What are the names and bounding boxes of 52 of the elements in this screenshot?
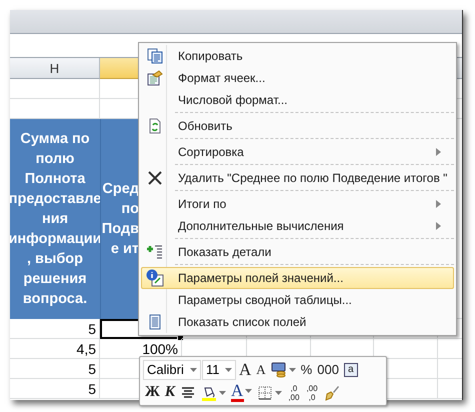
table-cell: 4,5 [10,339,100,359]
font-color-button[interactable]: A [229,382,254,403]
menu-item[interactable]: Числовой формат... [141,89,454,111]
column-header[interactable]: H [10,58,100,79]
cell-format-icon [147,70,163,86]
menu-item[interactable]: Показать список полей [141,311,454,333]
refresh-icon [147,118,163,134]
copy-icon [147,48,163,64]
table-cell: 5 [10,359,100,379]
list-icon [147,314,163,330]
submenu-arrow-icon [436,222,441,230]
header-text: Сред по Подв е ит [101,180,139,259]
decimal-button[interactable]: ,0 ,00 [285,382,302,403]
decimal-button[interactable]: ,00 ,0 [303,382,321,403]
menu-item[interactable]: Итоги по [141,193,454,215]
menu-item[interactable]: Формат ячеек... [141,67,454,89]
font-combo[interactable]: 11 [202,360,236,380]
dropdown-arrow-icon[interactable] [275,390,282,394]
format-button[interactable]: % [298,359,314,380]
shrink-font-button[interactable]: A [254,359,268,380]
paintbrush-icon [324,384,340,400]
dropdown-arrow-icon [225,368,232,372]
align-center-icon [180,384,196,400]
menu-item[interactable]: Обновить [141,115,454,137]
plus-list-icon [147,244,163,260]
paint-bucket-icon [201,384,218,400]
menu-item[interactable]: Копировать [141,45,454,67]
merge-button[interactable]: a [344,362,358,376]
dropdown-arrow-icon[interactable] [245,389,252,393]
submenu-arrow-icon [436,148,441,156]
menu-item[interactable]: Параметры полей значений... [141,267,454,289]
dropdown-arrow-icon [190,368,197,372]
table-cell: 5 [10,319,100,339]
bold-button[interactable]: Ж [143,382,162,403]
menu-item[interactable]: Показать детали [141,241,454,263]
menu-item[interactable]: Параметры сводной таблицы... [141,289,454,311]
border-grid-icon [257,384,274,400]
menu-item[interactable]: Дополнительные вычисления [141,215,454,237]
font-combo[interactable]: Calibri [143,360,201,380]
dropdown-arrow-icon[interactable] [219,390,226,394]
color-bar [231,399,244,402]
money-icon [270,362,287,378]
info-settings-icon [146,269,164,287]
grow-font-button[interactable]: A [237,359,254,380]
table-cell: 5 [10,379,100,399]
menu-item[interactable]: Удалить "Среднее по полю Подведение итогов " [141,167,454,189]
dropdown-arrow-icon[interactable] [288,368,296,372]
menu-item[interactable]: Сортировка [141,141,454,163]
format-button[interactable]: 000 [315,359,341,380]
submenu-arrow-icon [436,200,441,208]
cross-icon [147,170,163,186]
italic-button[interactable]: К [162,382,178,403]
